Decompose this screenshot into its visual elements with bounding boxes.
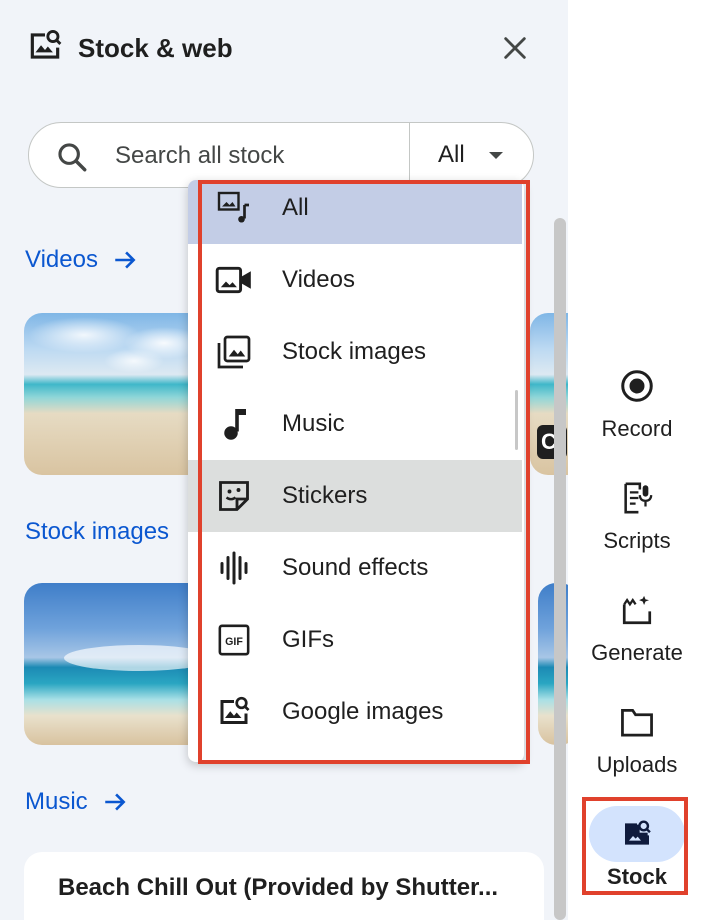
search-icon	[55, 140, 89, 179]
rail-item-scripts[interactable]: Scripts	[568, 476, 706, 554]
script-icon	[589, 476, 685, 520]
music-section-link[interactable]: Music	[25, 788, 128, 816]
menu-item-music[interactable]: Music	[188, 388, 522, 460]
rail-item-record[interactable]: Record	[568, 364, 706, 442]
music-track-title: Beach Chill Out (Provided by Shutter...	[58, 874, 499, 901]
rail-item-uploads[interactable]: Uploads	[568, 700, 706, 778]
dropdown-scrollbar[interactable]	[515, 390, 518, 450]
filter-value: All	[438, 141, 465, 168]
menu-item-label: Music	[282, 410, 345, 437]
menu-item-stickers[interactable]: Stickers	[188, 460, 522, 532]
search-bar: All	[28, 122, 534, 188]
menu-item-gifs[interactable]: GIF GIFs	[188, 604, 522, 676]
media-type-filter[interactable]: All	[410, 123, 534, 187]
menu-item-stock-images[interactable]: Stock images	[188, 316, 522, 388]
image-search-icon	[26, 27, 64, 70]
rail-item-label: Scripts	[603, 528, 671, 553]
music-note-icon	[214, 406, 254, 442]
panel-header: Stock & web	[26, 26, 233, 70]
generate-icon	[589, 588, 685, 632]
menu-item-label: GIFs	[282, 626, 334, 653]
videos-section-link[interactable]: Videos	[25, 246, 138, 274]
sticker-icon	[214, 478, 254, 514]
menu-item-google-images[interactable]: Google images	[188, 676, 522, 748]
gif-icon: GIF	[214, 622, 254, 658]
waveform-icon	[214, 550, 254, 586]
menu-item-label: Sound effects	[282, 554, 429, 581]
menu-item-label: All	[282, 194, 309, 221]
menu-item-label: Stock images	[282, 338, 427, 365]
rail-item-label: Record	[601, 416, 673, 441]
image-search-icon	[589, 806, 685, 862]
folder-icon	[589, 700, 685, 744]
video-camera-icon	[214, 262, 254, 298]
image-search-icon	[214, 694, 254, 730]
media-type-dropdown: All Videos Stock images Music Stickers S…	[188, 180, 524, 762]
svg-text:GIF: GIF	[225, 636, 243, 648]
search-input[interactable]	[115, 137, 415, 175]
close-button[interactable]	[494, 27, 536, 69]
arrow-right-icon	[104, 793, 126, 811]
rail-item-stock[interactable]: Stock	[568, 806, 706, 890]
arrow-right-icon	[115, 251, 136, 269]
menu-item-sound-effects[interactable]: Sound effects	[188, 532, 522, 604]
rail-item-label: Stock	[607, 864, 667, 889]
rail-item-label: Generate	[591, 640, 683, 665]
section-label: Videos	[25, 246, 98, 273]
section-label: Stock images	[25, 518, 170, 545]
video-thumbnail[interactable]	[24, 313, 214, 475]
menu-item-label: Videos	[282, 266, 355, 293]
rail-item-label: Uploads	[596, 752, 678, 777]
close-icon	[504, 37, 526, 59]
record-icon	[589, 364, 685, 408]
menu-item-videos[interactable]: Videos	[188, 244, 522, 316]
side-rail: Record Scripts Generate Uploads Stock	[568, 0, 706, 920]
all-media-icon	[214, 190, 254, 226]
panel-scrollbar[interactable]	[554, 218, 566, 920]
menu-item-label: Stickers	[282, 482, 368, 509]
music-track-card[interactable]: Beach Chill Out (Provided by Shutter...	[24, 852, 544, 920]
dropdown-caret-icon	[488, 151, 503, 159]
panel-title: Stock & web	[78, 32, 233, 63]
stock-images-section-link[interactable]: Stock images	[25, 518, 169, 546]
menu-item-all[interactable]: All	[188, 180, 522, 244]
rail-item-generate[interactable]: Generate	[568, 588, 706, 666]
menu-item-label: Google images	[282, 698, 444, 725]
stock-image-thumbnail[interactable]	[24, 583, 214, 745]
section-label: Music	[25, 788, 88, 815]
image-library-icon	[214, 334, 254, 370]
